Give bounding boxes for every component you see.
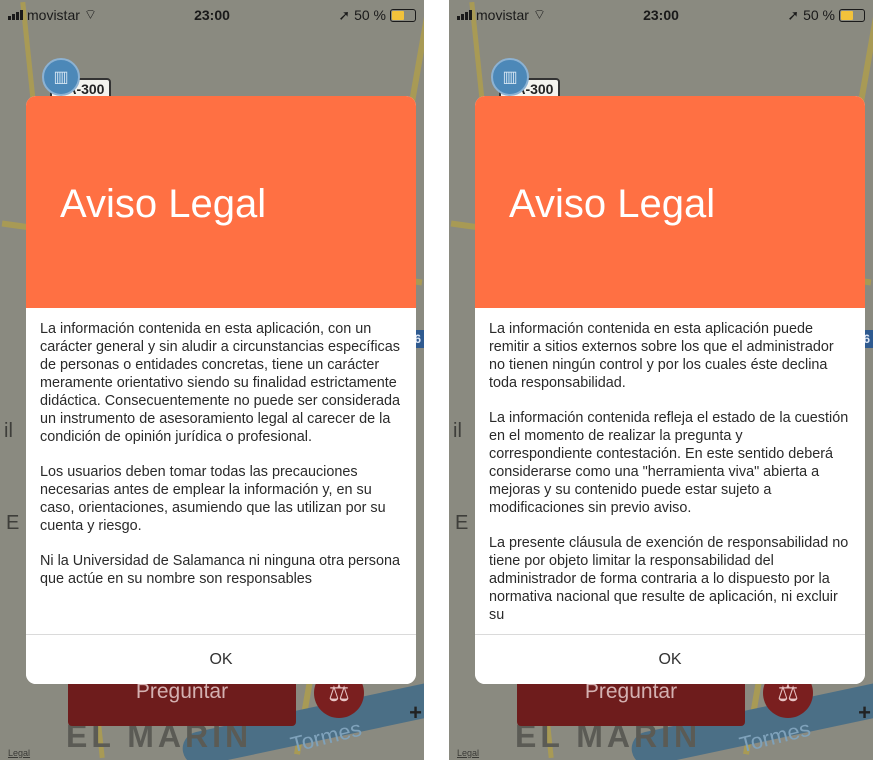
location-arrow-icon: ➚	[338, 6, 351, 23]
battery-icon	[390, 8, 416, 22]
battery-percent: 50 %	[354, 7, 386, 23]
dialog-paragraph: La información contenida en esta aplicac…	[40, 321, 401, 445]
dialog-paragraph: Los usuarios deben tomar todas las preca…	[40, 464, 386, 534]
signal-icon	[457, 10, 472, 20]
status-bar: movistar ⌔ 23:00 ➚ 50 %	[449, 0, 873, 30]
building-icon: ▥	[53, 69, 69, 86]
dialog-header: Aviso Legal	[26, 96, 416, 308]
map-legal-link[interactable]: Legal	[8, 748, 30, 758]
dialog-paragraph: La presente cláusula de exención de resp…	[489, 535, 849, 623]
dialog-body[interactable]: La información contenida en esta aplicac…	[26, 308, 416, 635]
carrier-name: movistar	[476, 7, 529, 23]
wifi-icon: ⌔	[83, 6, 98, 22]
wifi-icon: ⌔	[532, 6, 547, 22]
legal-notice-dialog: Aviso Legal La información contenida en …	[475, 96, 865, 684]
map-legal-link[interactable]: Legal	[457, 748, 479, 758]
dialog-paragraph: La información contenida en esta aplicac…	[489, 321, 834, 391]
buildings-button[interactable]: ▥	[42, 58, 80, 96]
location-arrow-icon: ➚	[787, 6, 800, 23]
carrier-name: movistar	[27, 7, 80, 23]
map-side-label: E	[455, 512, 469, 534]
zoom-in-button[interactable]: +	[858, 700, 871, 726]
dialog-title: Aviso Legal	[60, 182, 267, 226]
legal-notice-dialog: Aviso Legal La información contenida en …	[26, 96, 416, 684]
map-side-label: il	[4, 420, 13, 442]
dialog-title: Aviso Legal	[509, 182, 716, 226]
phone-screen-right: SA-300 66 il E EL MARIN Tormes Legal ▥ P…	[449, 0, 873, 760]
phone-screen-left: SA-300 66 il E EL MARIN Tormes Legal ▥ P…	[0, 0, 424, 760]
ok-button[interactable]: OK	[475, 634, 865, 684]
dialog-paragraph: Ni la Universidad de Salamanca ni ningun…	[40, 553, 400, 587]
battery-icon	[839, 8, 865, 22]
ok-button[interactable]: OK	[26, 634, 416, 684]
map-side-label: E	[6, 512, 20, 534]
status-bar: movistar ⌔ 23:00 ➚ 50 %	[0, 0, 424, 30]
battery-percent: 50 %	[803, 7, 835, 23]
buildings-button[interactable]: ▥	[491, 58, 529, 96]
map-side-label: il	[453, 420, 462, 442]
dialog-header: Aviso Legal	[475, 96, 865, 308]
dialog-paragraph: La información contenida refleja el esta…	[489, 410, 849, 516]
building-icon: ▥	[502, 69, 518, 86]
zoom-in-button[interactable]: +	[409, 700, 422, 726]
dialog-body[interactable]: La información contenida en esta aplicac…	[475, 308, 865, 635]
signal-icon	[8, 10, 23, 20]
